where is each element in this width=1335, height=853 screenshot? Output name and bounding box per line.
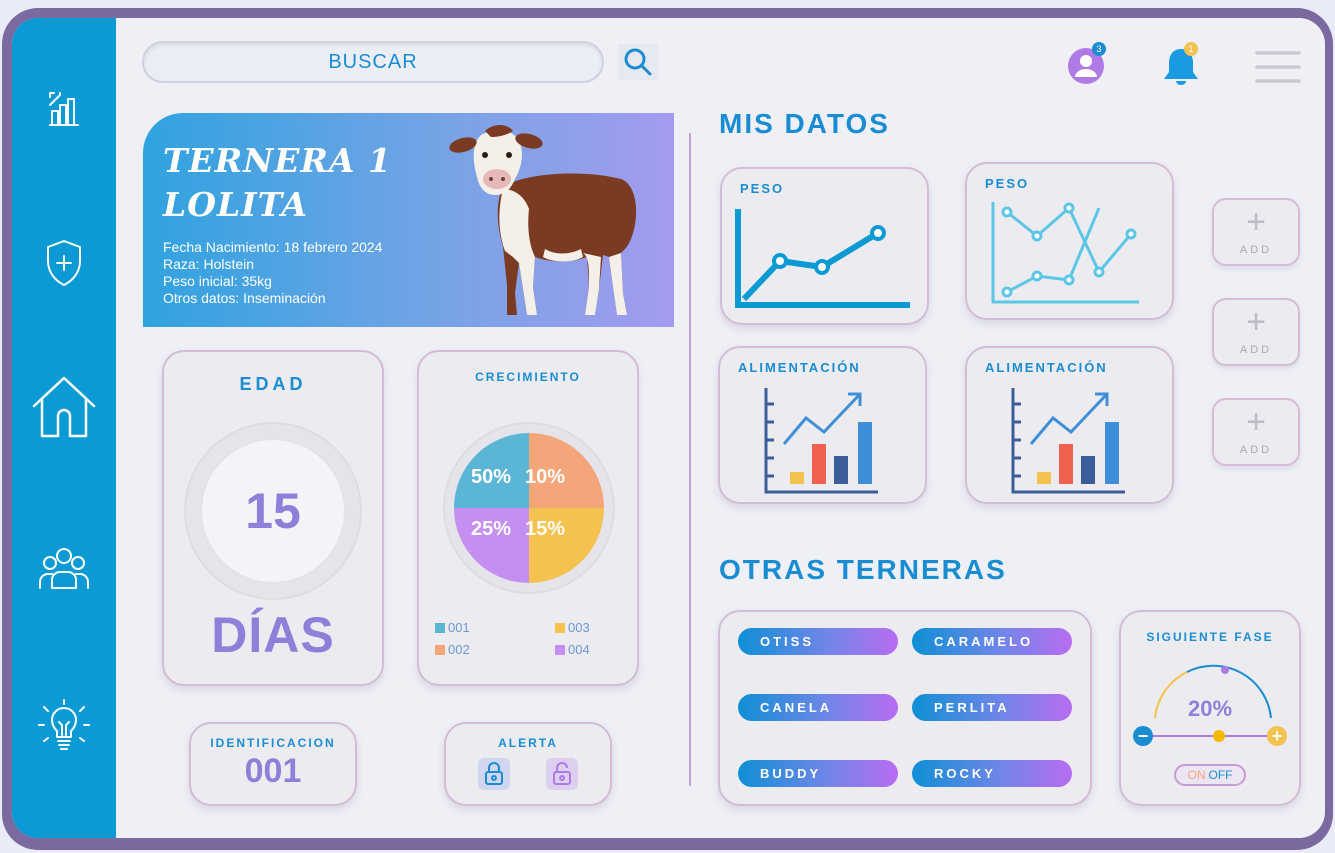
phase-decrease-button[interactable]: − — [1133, 726, 1153, 746]
search-input[interactable]: BUSCAR — [142, 41, 604, 83]
lock-closed-button[interactable] — [478, 758, 510, 790]
add-label: ADD — [1239, 444, 1273, 456]
add-button-1[interactable]: + ADD — [1212, 198, 1300, 266]
home-icon — [32, 376, 96, 438]
calf-info: Fecha Nacimiento: 18 febrero 2024 Raza: … — [163, 239, 382, 307]
sidebar-item-stats[interactable] — [12, 72, 116, 142]
identification-value: 001 — [244, 752, 302, 790]
weight-chart-title: PESO — [985, 176, 1030, 191]
sidebar — [12, 18, 116, 838]
other-data: Otros datos: Inseminación — [163, 290, 326, 306]
initial-weight: Peso inicial: 35kg — [163, 273, 272, 289]
search-label: BUSCAR — [328, 50, 418, 73]
growth-card: CRECIMIENTO 50% 10% 25% 15% 001 003 002 … — [417, 350, 639, 686]
sidebar-item-home[interactable] — [12, 373, 116, 443]
add-button-2[interactable]: + ADD — [1212, 298, 1300, 366]
sidebar-item-health[interactable] — [12, 228, 116, 298]
calf-profile-banner: TERNERA 1 LOLITA Fecha Nacimiento: 18 fe… — [143, 113, 674, 327]
lock-open-icon — [553, 762, 571, 785]
age-gauge: 15 — [186, 424, 360, 598]
legend-item-004: 004 — [555, 642, 590, 657]
add-button-3[interactable]: + ADD — [1212, 398, 1300, 466]
feeding-chart-card-2[interactable]: ALIMENTACIÓN — [965, 346, 1174, 504]
phase-marker — [1221, 666, 1229, 674]
other-calves-title: OTRAS TERNERAS — [719, 554, 1007, 585]
toggle-on-label: ON — [1187, 768, 1206, 782]
bar-chart-icon — [1011, 388, 1125, 494]
age-unit: DÍAS — [211, 607, 335, 663]
identification-card: IDENTIFICACION 001 — [189, 722, 357, 806]
menu-button[interactable] — [1255, 50, 1301, 84]
birth-date: Fecha Nacimiento: 18 febrero 2024 — [163, 239, 383, 255]
lock-closed-icon — [485, 762, 503, 785]
plus-icon: + — [1246, 203, 1266, 241]
pie-label-2: 10% — [525, 466, 566, 488]
growth-pie — [454, 433, 604, 583]
age-title: EDAD — [239, 374, 307, 394]
my-data-title: MIS DATOS — [719, 108, 890, 139]
weight-chart-title: PESO — [740, 181, 785, 196]
legend-item-001: 001 — [435, 620, 470, 635]
bar-chart-icon — [764, 388, 878, 494]
legend-item-003: 003 — [555, 620, 590, 635]
pie-label-3: 25% — [471, 518, 512, 540]
profile-button[interactable]: 3 — [1067, 42, 1107, 85]
alert-title: ALERTA — [498, 736, 558, 750]
age-card: EDAD 15 DÍAS — [162, 350, 384, 686]
pie-label-4: 15% — [525, 518, 566, 540]
plus-icon: + — [1246, 303, 1266, 341]
search-button[interactable] — [618, 44, 658, 80]
hamburger-icon — [1255, 51, 1301, 83]
app-screen: BUSCAR 3 1 TERNERA 1 LOLITA Fecha Nacimi… — [12, 18, 1325, 838]
add-label: ADD — [1239, 244, 1273, 256]
feeding-chart-card-1[interactable]: ALIMENTACIÓN — [718, 346, 927, 504]
growth-title: CRECIMIENTO — [475, 370, 581, 384]
pie-label-1: 50% — [471, 466, 512, 488]
calf-pill-perlita[interactable]: PERLITA — [912, 694, 1072, 721]
minus-icon: − — [1137, 725, 1149, 746]
calf-pill-buddy[interactable]: BUDDY — [738, 760, 898, 787]
phase-increase-button[interactable]: + — [1267, 726, 1287, 746]
calf-pill-rocky[interactable]: ROCKY — [912, 760, 1072, 787]
notifications-button[interactable]: 1 — [1160, 42, 1204, 88]
legend-item-002: 002 — [435, 642, 470, 657]
plus-icon: + — [1271, 725, 1283, 746]
add-label: ADD — [1239, 344, 1273, 356]
calf-title: TERNERA 1 LOLITA — [163, 141, 392, 224]
multi-line-chart-icon — [991, 202, 1139, 304]
chart-icon — [49, 92, 79, 126]
profile-badge: 3 — [1092, 42, 1106, 56]
breed: Raza: Holstein — [163, 256, 255, 272]
sidebar-item-group[interactable] — [12, 534, 116, 604]
weight-chart-card-1[interactable]: PESO — [720, 167, 929, 325]
feeding-chart-title: ALIMENTACIÓN — [738, 360, 861, 375]
lock-open-button[interactable] — [546, 758, 578, 790]
calf-pill-otiss[interactable]: OTISS — [738, 628, 898, 655]
users-icon — [39, 548, 89, 589]
other-calves-card: OTISS CARAMELO CANELA PERLITA BUDDY ROCK… — [718, 610, 1092, 806]
identification-title: IDENTIFICACION — [210, 736, 336, 750]
on-off-toggle[interactable]: ON OFF — [1174, 764, 1246, 786]
plus-icon: + — [1246, 403, 1266, 441]
weight-chart-card-2[interactable]: PESO — [965, 162, 1174, 320]
calf-photo — [449, 125, 637, 315]
calf-pill-caramelo[interactable]: CARAMELO — [912, 628, 1072, 655]
phase-value: 20% — [1187, 696, 1233, 721]
phase-slider-thumb — [1213, 730, 1225, 742]
calf-pill-canela[interactable]: CANELA — [738, 694, 898, 721]
shield-plus-icon — [47, 240, 81, 286]
feeding-chart-title: ALIMENTACIÓN — [985, 360, 1108, 375]
alert-card: ALERTA — [444, 722, 612, 806]
toggle-off-label: OFF — [1208, 768, 1233, 782]
notification-badge: 1 — [1184, 42, 1198, 56]
sidebar-item-ideas[interactable] — [12, 690, 116, 760]
search-icon — [624, 48, 652, 76]
lightbulb-icon — [38, 699, 90, 750]
divider — [689, 133, 691, 786]
line-chart-icon — [735, 209, 910, 308]
next-phase-title: SIGUIENTE FASE — [1146, 630, 1274, 644]
age-value: 15 — [200, 438, 346, 584]
